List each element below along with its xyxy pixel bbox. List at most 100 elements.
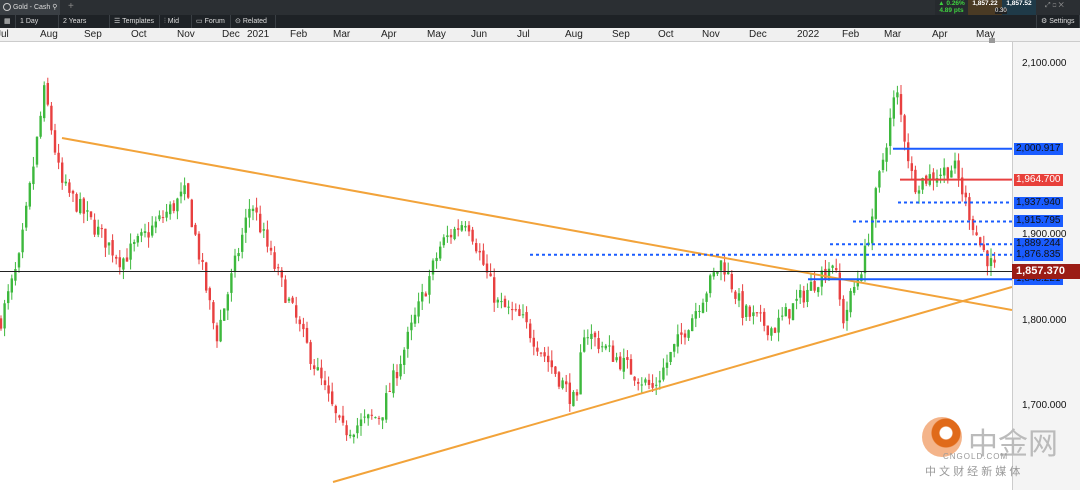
price-level-label[interactable]: 1,915.795 xyxy=(1014,215,1063,228)
candle-body xyxy=(665,362,669,368)
mid-button[interactable]: ⫶ Mid xyxy=(160,15,192,28)
candle-body xyxy=(525,312,528,323)
candle-body xyxy=(255,207,258,213)
candle-body xyxy=(536,347,539,352)
price-axis-tick: 1,700.000 xyxy=(1022,400,1067,411)
candle-body xyxy=(939,174,942,177)
candle-body xyxy=(277,267,280,269)
candle-body xyxy=(39,115,42,137)
candle-body xyxy=(518,309,521,316)
candle-body xyxy=(611,345,615,362)
ask-button[interactable]: 1,857.52 xyxy=(1002,0,1036,15)
candle-body xyxy=(755,312,759,314)
candle-body xyxy=(885,147,888,162)
candle-body xyxy=(662,367,665,380)
candle-body xyxy=(309,342,312,364)
candle-body xyxy=(748,306,751,317)
instrument-tab[interactable]: Gold - Cash ⚲ xyxy=(0,0,60,15)
window-controls[interactable]: ⤢ ◻ ✕ xyxy=(1045,2,1064,10)
tab-bar: Gold - Cash ⚲ + ▲ 0.26% 4.89 pts 1,857.2… xyxy=(0,0,1080,15)
candle-body xyxy=(669,351,672,363)
candle-body xyxy=(529,323,532,339)
candle-body xyxy=(694,311,697,319)
candle-body xyxy=(478,250,481,253)
candle-body xyxy=(658,380,661,383)
candle-body xyxy=(115,256,118,259)
candle-body xyxy=(291,297,294,303)
change-points: 4.89 pts xyxy=(939,7,964,14)
candle-body xyxy=(953,160,957,169)
candle-body xyxy=(701,302,705,313)
candle-body xyxy=(676,334,679,347)
candle-body xyxy=(143,231,147,233)
candle-body xyxy=(316,367,319,371)
candle-body xyxy=(367,414,370,419)
candle-body xyxy=(392,370,395,394)
candle-body xyxy=(777,317,780,333)
forum-button[interactable]: ▭ Forum xyxy=(192,15,231,28)
related-button[interactable]: ⊙ Related xyxy=(231,15,276,28)
candle-body xyxy=(223,308,226,321)
candle-body xyxy=(849,290,852,313)
candle-body xyxy=(993,259,996,263)
price-axis-tick: 1,800.000 xyxy=(1022,314,1067,326)
candle-body xyxy=(745,305,748,317)
candle-body xyxy=(97,226,100,235)
interval-select[interactable]: 1 Day xyxy=(16,15,59,28)
candle-body xyxy=(410,322,413,331)
price-level-label[interactable]: 1,937.940 xyxy=(1014,196,1063,209)
candle-body xyxy=(381,417,384,421)
downtrend-line xyxy=(61,137,1012,311)
candle-body xyxy=(399,363,402,377)
candle-body xyxy=(61,162,64,183)
candle-body xyxy=(543,352,546,357)
candle-body xyxy=(986,250,989,267)
candle-body xyxy=(338,415,341,418)
mid-label: Mid xyxy=(167,18,179,25)
time-axis-label: Sep xyxy=(84,29,102,40)
candle-body xyxy=(323,380,327,386)
candle-body xyxy=(626,357,629,360)
range-select[interactable]: 2 Years xyxy=(59,15,110,28)
candle-body xyxy=(507,306,510,308)
price-level-label[interactable]: 1,964.700 xyxy=(1014,173,1063,186)
candle-body xyxy=(194,224,197,235)
candle-body xyxy=(809,281,813,291)
candle-body xyxy=(89,211,93,218)
candle-body xyxy=(0,318,3,329)
candle-body xyxy=(881,159,885,170)
candle-body xyxy=(946,167,949,179)
price-chart[interactable] xyxy=(0,42,1012,490)
candle-body xyxy=(219,319,222,342)
candle-body xyxy=(842,298,845,324)
candle-body xyxy=(892,97,895,119)
add-tab-button[interactable]: + xyxy=(68,1,74,12)
candle-body xyxy=(917,190,921,194)
candle-body xyxy=(241,234,244,252)
related-icon: ⊙ xyxy=(235,18,243,25)
layout-icon[interactable]: ▦ xyxy=(0,15,16,28)
candle-body xyxy=(197,233,201,260)
candle-body xyxy=(248,208,251,218)
candle-body xyxy=(187,183,190,198)
time-axis-label: Dec xyxy=(749,29,767,40)
candle-body xyxy=(532,337,535,347)
candle-body xyxy=(590,333,593,340)
time-axis[interactable]: Jul Aug Sep Oct Nov Dec 2021 Feb Mar Apr May Jun Jul… xyxy=(0,28,1080,43)
candle-body xyxy=(561,380,564,389)
candle-body xyxy=(727,272,730,275)
time-axis-label: Nov xyxy=(702,29,720,40)
candle-body xyxy=(424,293,427,297)
candle-body xyxy=(467,225,471,232)
search-icon[interactable]: ⚲ xyxy=(52,4,57,11)
price-level-label[interactable]: 1,876.835 xyxy=(1014,248,1063,261)
candle-body xyxy=(431,260,435,275)
time-axis-label: Aug xyxy=(40,29,58,40)
candle-body xyxy=(568,382,571,404)
candle-body xyxy=(903,115,906,142)
templates-button[interactable]: ☰ Templates xyxy=(110,15,160,28)
price-level-label[interactable]: 2,000.917 xyxy=(1014,142,1063,155)
settings-button[interactable]: ⚙ Settings xyxy=(1036,15,1080,28)
candle-body xyxy=(680,332,683,335)
candle-body xyxy=(723,262,726,275)
